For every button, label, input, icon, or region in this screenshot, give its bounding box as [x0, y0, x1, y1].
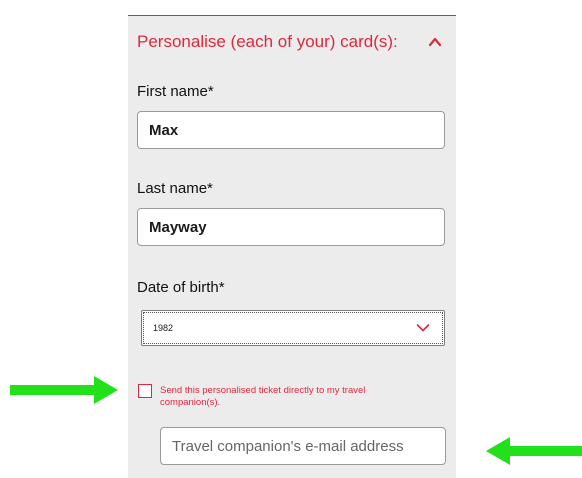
section-title: Personalise (each of your) card(s): [137, 32, 398, 51]
first-name-input[interactable] [137, 111, 445, 149]
chevron-up-icon[interactable] [427, 34, 443, 50]
last-name-label: Last name* [137, 180, 213, 197]
date-of-birth-label: Date of birth* [137, 279, 225, 296]
date-of-birth-select[interactable]: 1982 [141, 310, 445, 346]
arrow-right-icon [10, 376, 118, 404]
personalise-card-panel: Personalise (each of your) card(s): Firs… [128, 15, 456, 478]
last-name-input[interactable] [137, 208, 445, 246]
first-name-label: First name* [137, 83, 214, 100]
section-header[interactable]: Personalise (each of your) card(s): [137, 30, 449, 54]
date-of-birth-value: 1982 [153, 323, 174, 333]
arrow-left-icon [486, 437, 582, 465]
companion-email-input[interactable] [160, 427, 446, 465]
send-to-companion-label[interactable]: Send this personalised ticket directly t… [160, 385, 400, 409]
send-to-companion-checkbox[interactable] [138, 384, 152, 398]
chevron-down-icon [416, 324, 430, 332]
